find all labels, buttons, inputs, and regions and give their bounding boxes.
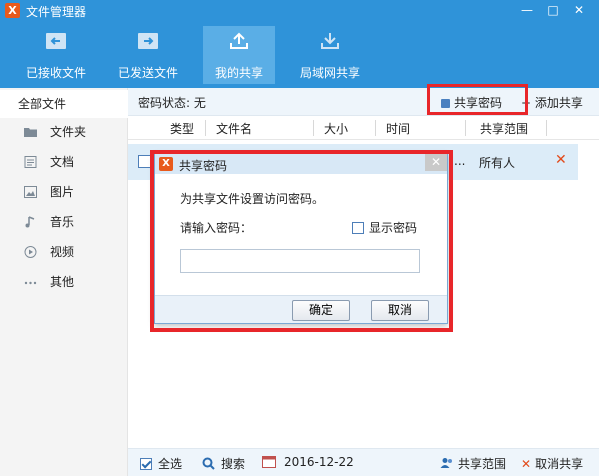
status-bar: 密码状态: 无 共享密码 + 添加共享 (128, 88, 599, 116)
checkbox-checked-icon (140, 458, 152, 470)
received-files-icon (46, 33, 66, 49)
tab-my-share[interactable]: 我的共享 (203, 26, 275, 84)
footer-bar: 全选 搜索 2016-12-22 共享范围 ✕ 取消共享 (128, 448, 599, 476)
column-share-scope[interactable]: 共享范围 (480, 120, 528, 137)
sidebar-item-other[interactable]: 其他 (0, 268, 128, 296)
window-title: 文件管理器 (26, 5, 87, 19)
sidebar: 全部文件 文件夹 文档 图片 音乐 视频 其他 (0, 88, 128, 476)
upload-share-icon (230, 32, 248, 49)
tab-sent-files[interactable]: 已发送文件 (108, 26, 188, 84)
sidebar-item-all-files[interactable]: 全部文件 (0, 90, 128, 118)
sent-files-icon (138, 33, 158, 49)
document-icon (24, 156, 37, 168)
highlight-share-password (427, 84, 528, 115)
row-ellipsis: ... (454, 154, 466, 168)
title-bar: X 文件管理器 — □ ✕ (0, 0, 599, 22)
delete-icon[interactable]: ✕ (555, 152, 567, 168)
row-share-scope: 所有人 (479, 156, 516, 170)
more-icon (24, 281, 37, 285)
add-share-button[interactable]: + 添加共享 (521, 94, 583, 111)
minimize-icon[interactable]: — (514, 0, 540, 20)
app-logo-icon: X (5, 3, 20, 18)
date-picker[interactable]: 2016-12-22 (262, 455, 354, 469)
table-header: 类型 文件名 大小 时间 共享范围 (128, 116, 599, 140)
select-all-checkbox[interactable]: 全选 (140, 455, 182, 472)
download-lan-icon (321, 33, 339, 49)
search-icon (202, 457, 215, 470)
top-bar: X 文件管理器 — □ ✕ 已接收文件 已发送文件 我的共享 局域网共享 (0, 0, 599, 88)
highlight-dialog (150, 150, 453, 332)
tab-lan-share[interactable]: 局域网共享 (290, 26, 370, 84)
folder-icon (24, 128, 37, 137)
share-scope-button[interactable]: 共享范围 (440, 455, 506, 472)
search-button[interactable]: 搜索 (202, 455, 245, 472)
sidebar-item-folder[interactable]: 文件夹 (0, 118, 128, 146)
cancel-share-icon: ✕ (521, 457, 532, 471)
cancel-share-button[interactable]: ✕ 取消共享 (521, 455, 583, 472)
close-icon[interactable]: ✕ (566, 0, 592, 20)
maximize-icon[interactable]: □ (540, 0, 566, 20)
video-icon (24, 246, 37, 258)
calendar-icon (262, 456, 276, 468)
column-type[interactable]: 类型 (170, 120, 194, 137)
password-status: 密码状态: 无 (138, 96, 206, 110)
sidebar-item-image[interactable]: 图片 (0, 178, 128, 206)
sidebar-item-video[interactable]: 视频 (0, 238, 128, 266)
sidebar-item-music[interactable]: 音乐 (0, 208, 128, 236)
tab-received-files[interactable]: 已接收文件 (16, 26, 96, 84)
image-icon (24, 186, 37, 198)
music-icon (25, 216, 35, 228)
column-filename[interactable]: 文件名 (216, 120, 252, 137)
column-time[interactable]: 时间 (386, 120, 410, 137)
users-icon (440, 458, 452, 468)
sidebar-item-document[interactable]: 文档 (0, 148, 128, 176)
column-size[interactable]: 大小 (324, 120, 348, 137)
